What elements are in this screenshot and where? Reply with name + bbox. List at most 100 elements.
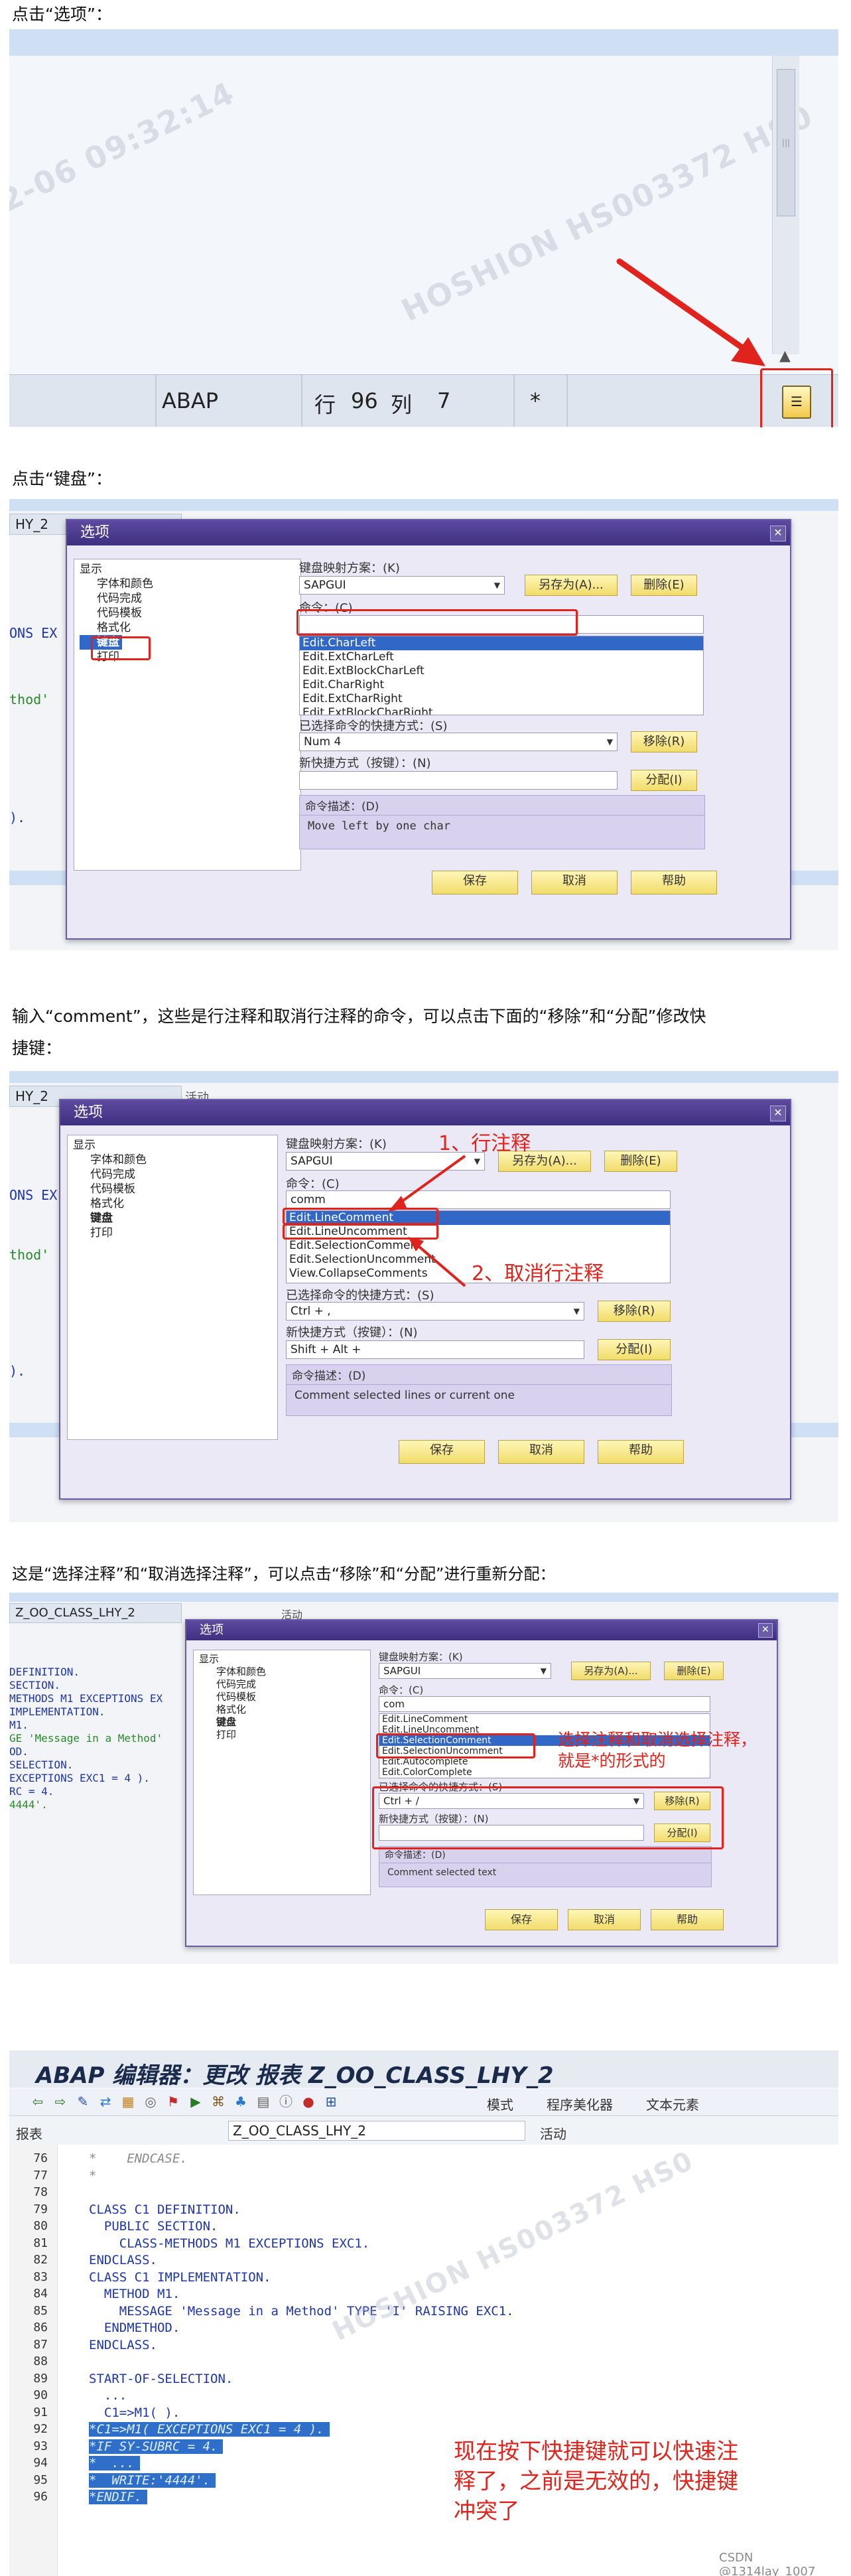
assign-button[interactable]: 分配(I) — [598, 1339, 671, 1360]
shortcut-select[interactable]: Num 4 — [299, 733, 618, 751]
options-dialog: 选项 ✕ 显示 字体和颜色 代码完成 代码模板 格式化 键盘 打印 键盘映射方案：… — [185, 1619, 778, 1947]
tree-item-print[interactable]: 打印 — [73, 1226, 272, 1240]
list-item[interactable]: Edit.CharLeft — [300, 636, 703, 650]
help-button[interactable]: 帮助 — [651, 1909, 724, 1930]
options-icon[interactable]: ☰ — [782, 386, 811, 419]
tree-item-code-template[interactable]: 代码模板 — [73, 1182, 272, 1196]
back-icon[interactable]: ⇦ — [29, 2093, 46, 2110]
help-button[interactable]: 帮助 — [631, 871, 717, 894]
tree-item-font-color[interactable]: 字体和颜色 — [199, 1666, 365, 1678]
dialog-title: 选项 — [74, 1104, 103, 1121]
tree-item-code-complete[interactable]: 代码完成 — [199, 1678, 365, 1691]
forward-icon[interactable]: ⇨ — [52, 2093, 69, 2110]
display-object-icon[interactable]: ▤ — [255, 2093, 272, 2110]
save-as-button[interactable]: 另存为(A)... — [525, 575, 618, 596]
line-number: 78 — [33, 2185, 48, 2199]
annotation-line-uncomment: 2、取消行注释 — [472, 1262, 604, 1285]
status-col: 7 — [437, 388, 451, 413]
close-icon[interactable]: ✕ — [758, 1623, 773, 1638]
info-icon[interactable]: ⓘ — [277, 2093, 295, 2110]
report-name-field[interactable]: Z_OO_CLASS_LHY_2 — [228, 2121, 525, 2141]
tree-item-format[interactable]: 格式化 — [80, 620, 295, 635]
command-input[interactable]: comm — [286, 1190, 671, 1209]
help-button[interactable]: 帮助 — [598, 1440, 684, 1464]
cancel-button[interactable]: 取消 — [498, 1440, 584, 1464]
scheme-label: 键盘映射方案：(K) — [379, 1651, 463, 1663]
tree-item-code-complete[interactable]: 代码完成 — [80, 591, 295, 606]
line-number: 95 — [33, 2472, 48, 2487]
test-icon[interactable]: ▶ — [187, 2093, 204, 2110]
toolbar-text-elements[interactable]: 文本元素 — [646, 2094, 699, 2113]
activate-icon[interactable]: ⚑ — [164, 2093, 182, 2110]
tree-item-font-color[interactable]: 字体和颜色 — [73, 1153, 272, 1167]
display-change-icon[interactable]: ✎ — [74, 2093, 92, 2110]
tree-item-display[interactable]: 显示 — [199, 1653, 365, 1666]
ok-button[interactable]: 保存 — [485, 1909, 558, 1930]
delete-button[interactable]: 删除(E) — [664, 1662, 724, 1680]
tree-item-keyboard[interactable]: 键盘 — [199, 1716, 365, 1729]
list-item[interactable]: Edit.CharRight — [300, 678, 703, 692]
caption-click-keyboard: 点击“键盘”： — [12, 469, 112, 488]
tree-item-font-color[interactable]: 字体和颜色 — [80, 577, 295, 591]
list-item[interactable]: Edit.ExtCharRight — [300, 692, 703, 706]
tree-item-print[interactable]: 打印 — [199, 1729, 365, 1741]
bg-code-line: DEFINITION. — [9, 1666, 80, 1678]
session-icon[interactable]: ⊞ — [322, 2093, 340, 2110]
scroll-thumb[interactable]: ||| — [777, 69, 795, 216]
line-number: 87 — [33, 2337, 48, 2352]
tree-item-format[interactable]: 格式化 — [199, 1703, 365, 1716]
new-shortcut-input[interactable] — [299, 771, 618, 790]
command-input[interactable]: com — [379, 1696, 710, 1712]
status-row: 96 — [351, 388, 378, 413]
check-icon[interactable]: ◎ — [142, 2093, 159, 2110]
save-as-button[interactable]: 另存为(A)... — [571, 1662, 651, 1680]
active-inactive-icon[interactable]: ⇄ — [97, 2093, 114, 2110]
scheme-select[interactable]: SAPGUI — [379, 1663, 551, 1679]
tree-item-display[interactable]: 显示 — [80, 562, 295, 577]
hierarchy-icon[interactable]: ♣ — [232, 2093, 249, 2110]
cancel-button[interactable]: 取消 — [568, 1909, 641, 1930]
scheme-label: 键盘映射方案：(K) — [299, 561, 400, 575]
breakpoint-icon[interactable]: ● — [300, 2093, 317, 2110]
close-icon[interactable]: ✕ — [770, 1106, 786, 1121]
toolbar-pattern[interactable]: 模式 — [487, 2094, 513, 2113]
remove-button[interactable]: 移除(R) — [631, 731, 697, 752]
tree-item-keyboard[interactable]: 键盘 — [73, 1211, 272, 1226]
editor-toolbar: ⇦ ⇨ ✎ ⇄ ▦ ◎ ⚑ ▶ ⌘ ♣ ▤ ⓘ ● ⊞ 模式 程序美化器 文本元素 — [9, 2089, 838, 2116]
tree-item-code-complete[interactable]: 代码完成 — [73, 1167, 272, 1182]
assign-button[interactable]: 分配(I) — [631, 770, 697, 791]
cancel-button[interactable]: 取消 — [531, 871, 618, 894]
close-icon[interactable]: ✕ — [770, 526, 786, 541]
list-item[interactable]: Edit.ExtBlockCharRight — [300, 706, 703, 715]
bg-code-fragment: thod' — [9, 1247, 50, 1263]
shortcut-select[interactable]: Ctrl + , — [286, 1302, 584, 1321]
delete-button[interactable]: 删除(E) — [604, 1151, 677, 1172]
tree-item-display[interactable]: 显示 — [73, 1138, 272, 1153]
code-area[interactable]: 76 * ENDCASE. 77 * 78 79 CLASS C1 DEFINITION. 8… — [9, 2145, 838, 2576]
new-shortcut-input[interactable]: Shift + Alt + — [286, 1340, 584, 1359]
list-item[interactable]: Edit.SelectionComment — [287, 1239, 670, 1253]
ok-button[interactable]: 保存 — [399, 1440, 485, 1464]
toolbar-pretty-printer[interactable]: 程序美化器 — [547, 2094, 613, 2113]
status-language: ABAP — [162, 388, 219, 413]
where-used-icon[interactable]: ⌘ — [210, 2093, 227, 2110]
tree-item-format[interactable]: 格式化 — [73, 1196, 272, 1211]
ok-button[interactable]: 保存 — [432, 871, 518, 894]
remove-button[interactable]: 移除(R) — [598, 1301, 671, 1322]
tree-item-code-template[interactable]: 代码模板 — [80, 606, 295, 620]
delete-button[interactable]: 删除(E) — [631, 575, 697, 596]
scroll-up-arrow-icon[interactable]: ▲ — [779, 348, 791, 364]
dialog-title-bar: 选项 ✕ — [186, 1620, 777, 1640]
bg-code-fragment: thod' — [9, 691, 50, 707]
line-number: 77 — [33, 2168, 48, 2182]
object-list-icon[interactable]: ▦ — [119, 2093, 137, 2110]
code-line: ENDCLASS. — [89, 2253, 157, 2267]
command-list[interactable]: Edit.CharLeft Edit.ExtCharLeft Edit.ExtB… — [299, 636, 704, 715]
list-item[interactable]: Edit.ExtBlockCharLeft — [300, 664, 703, 678]
screenshot-abap-editor: ABAP 编辑器：更改 报表 Z_OO_CLASS_LHY_2 ⇦ ⇨ ✎ ⇄ ▦ ◎ ⚑ ▶… — [9, 2050, 838, 2576]
list-item[interactable]: Edit.ExtCharLeft — [300, 650, 703, 664]
tree-item-code-template[interactable]: 代码模板 — [199, 1691, 365, 1703]
scheme-select[interactable]: SAPGUI — [299, 576, 505, 595]
list-item[interactable]: Edit.LineComment — [379, 1714, 710, 1725]
line-number: 93 — [33, 2439, 48, 2453]
